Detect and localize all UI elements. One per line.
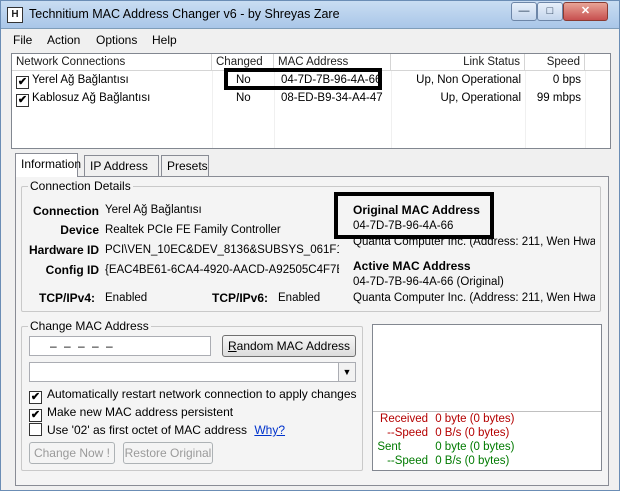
connections-list[interactable]: Network Connections Changed MAC Address … xyxy=(11,53,611,149)
random-mac-label: andom MAC Address xyxy=(236,339,351,353)
tab-ip-address[interactable]: IP Address xyxy=(84,155,159,177)
col-changed[interactable]: Changed xyxy=(212,54,274,71)
app-icon: H xyxy=(7,7,23,23)
rx-speed-stat: --Speed 0 B/s (0 bytes) xyxy=(373,427,509,439)
tcpipv4-value: Enabled xyxy=(105,292,148,304)
change-now-button[interactable]: Change Now ! xyxy=(29,442,115,464)
active-mac-value: 04-7D-7B-96-4A-66 (Original) xyxy=(353,276,504,288)
mac-value: 04-7D-7B-96-4A-66 xyxy=(281,74,382,86)
tx-speed-stat: --Speed 0 B/s (0 bytes) xyxy=(373,455,509,467)
vendor-select[interactable]: ▼ xyxy=(29,362,356,382)
row-checkbox[interactable]: ✔ xyxy=(16,94,29,107)
menu-help[interactable]: Help xyxy=(152,33,177,47)
active-vendor: Quanta Computer Inc. (Address: 211, Wen … xyxy=(353,292,595,304)
title-bar[interactable]: H Technitium MAC Address Changer v6 - by… xyxy=(1,1,619,29)
tab-information[interactable]: Information xyxy=(15,153,81,177)
checkbox[interactable]: ✔ xyxy=(29,409,42,422)
why-link[interactable]: Why? xyxy=(254,423,285,437)
checkbox[interactable]: ✔ xyxy=(29,391,42,404)
config-id-value: {EAC4BE61-6CA4-4920-AACD-A92505C4F7B4} xyxy=(105,264,339,276)
col-link-status[interactable]: Link Status xyxy=(391,54,525,71)
sent-value: 0 byte (0 bytes) xyxy=(435,441,515,453)
changed-value: No xyxy=(236,74,251,86)
device-value: Realtek PCIe FE Family Controller xyxy=(105,224,281,236)
original-vendor: Quanta Computer Inc. (Address: 211, Wen … xyxy=(353,236,595,248)
mac-address-input[interactable]: – – – – – xyxy=(29,336,211,356)
col-network-connections[interactable]: Network Connections xyxy=(12,54,212,71)
tx-speed-value: 0 B/s (0 bytes) xyxy=(435,455,510,467)
link-status-value: Up, Non Operational xyxy=(416,74,521,86)
col-speed[interactable]: Speed xyxy=(525,54,585,71)
persistent-option[interactable]: ✔ Make new MAC address persistent xyxy=(29,405,233,422)
checkbox[interactable] xyxy=(29,423,42,436)
list-item[interactable]: ✔ Yerel Ağ Bağlantısı No 04-7D-7B-96-4A-6… xyxy=(12,72,610,90)
tcpipv6-value: Enabled xyxy=(278,292,321,304)
restore-original-button[interactable]: Restore Original xyxy=(123,442,213,464)
list-item[interactable]: ✔ Kablosuz Ağ Bağlantısı No 08-ED-B9-34-A… xyxy=(12,90,610,108)
original-mac-heading: Original MAC Address xyxy=(353,203,480,217)
close-button[interactable]: ✕ xyxy=(563,2,608,21)
received-value: 0 byte (0 bytes) xyxy=(435,413,515,425)
rx-speed-value: 0 B/s (0 bytes) xyxy=(435,427,510,439)
window-title: Technitium MAC Address Changer v6 - by S… xyxy=(29,7,340,21)
group-label: Change MAC Address xyxy=(28,319,151,333)
config-id-label: Config ID xyxy=(45,263,99,277)
list-header: Network Connections Changed MAC Address … xyxy=(12,54,610,71)
random-mac-button[interactable]: Random MAC Address xyxy=(222,335,356,357)
device-label: Device xyxy=(60,223,99,237)
hardware-id-value: PCI\VEN_10EC&DEV_8136&SUBSYS_061F102 xyxy=(105,244,339,256)
chevron-down-icon[interactable]: ▼ xyxy=(338,363,355,381)
tab-presets[interactable]: Presets xyxy=(161,155,209,177)
group-label: Connection Details xyxy=(28,179,133,193)
accel-key: R xyxy=(227,339,237,353)
hardware-id-label: Hardware ID xyxy=(28,243,99,257)
col-mac-address[interactable]: MAC Address xyxy=(274,54,391,71)
link-status-value: Up, Operational xyxy=(440,92,521,104)
tcpipv4-label: TCP/IPv4: xyxy=(39,291,96,305)
original-mac-value: 04-7D-7B-96-4A-66 xyxy=(353,220,454,232)
rx-speed-label: --Speed xyxy=(387,427,428,439)
received-label: Received xyxy=(380,413,428,425)
speed-value: 0 bps xyxy=(552,74,581,86)
main-window: H Technitium MAC Address Changer v6 - by… xyxy=(0,0,620,491)
menu-action[interactable]: Action xyxy=(47,33,80,47)
row-checkbox[interactable]: ✔ xyxy=(16,76,29,89)
menu-bar: File Action Options Help xyxy=(1,30,619,50)
mac-value: 08-ED-B9-34-A4-47 xyxy=(281,92,383,104)
connection-name: Yerel Ağ Bağlantısı xyxy=(32,74,129,86)
traffic-stats-panel: Received 0 byte (0 bytes) --Speed 0 B/s … xyxy=(372,324,602,471)
menu-file[interactable]: File xyxy=(13,33,32,47)
use-02-option[interactable]: Use '02' as first octet of MAC address W… xyxy=(29,423,285,437)
connection-name: Kablosuz Ağ Bağlantısı xyxy=(32,92,151,104)
tcpipv6-label: TCP/IPv6: xyxy=(212,291,269,305)
menu-options[interactable]: Options xyxy=(96,33,137,47)
tx-speed-label: --Speed xyxy=(387,455,428,467)
connection-label: Connection xyxy=(33,204,99,218)
connection-value: Yerel Ağ Bağlantısı xyxy=(105,204,202,216)
sent-label: Sent xyxy=(377,441,401,453)
sent-stat: Sent 0 byte (0 bytes) xyxy=(373,441,514,453)
speed-value: 99 mbps xyxy=(536,92,581,104)
auto-restart-option[interactable]: ✔ Automatically restart network connectio… xyxy=(29,387,357,404)
active-mac-heading: Active MAC Address xyxy=(353,259,471,273)
minimize-button[interactable]: — xyxy=(511,2,537,21)
changed-value: No xyxy=(236,92,251,104)
received-stat: Received 0 byte (0 bytes) xyxy=(373,413,514,425)
maximize-button[interactable]: □ xyxy=(537,2,563,21)
